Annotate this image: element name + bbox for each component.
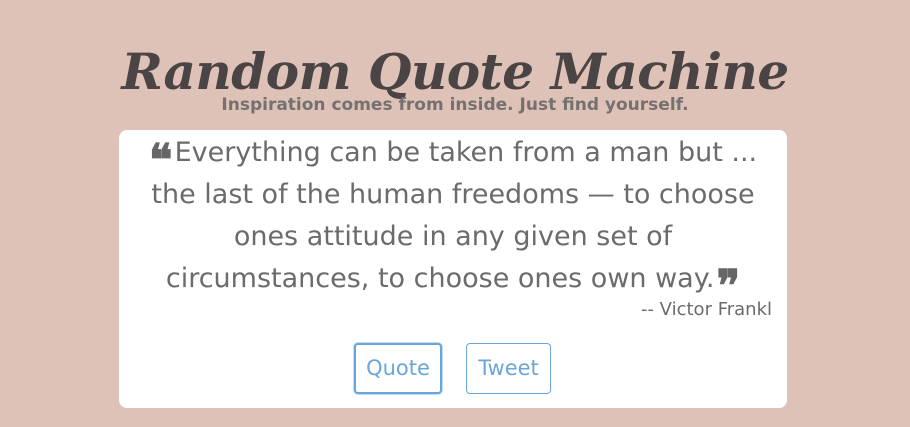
quote-text: Everything can be taken from a man but .…: [151, 137, 758, 294]
quote-author: -- Victor Frankl: [640, 299, 772, 320]
quote-card: ❝Everything can be taken from a man but …: [119, 130, 787, 408]
quote-right-icon: ❞: [716, 261, 741, 312]
new-quote-button[interactable]: Quote: [354, 343, 442, 394]
page-subtitle: Inspiration comes from inside. Just find…: [221, 95, 689, 115]
quote-text-block: ❝Everything can be taken from a man but …: [133, 132, 773, 312]
quote-left-icon: ❝: [148, 135, 173, 186]
tweet-button[interactable]: Tweet: [466, 343, 551, 394]
